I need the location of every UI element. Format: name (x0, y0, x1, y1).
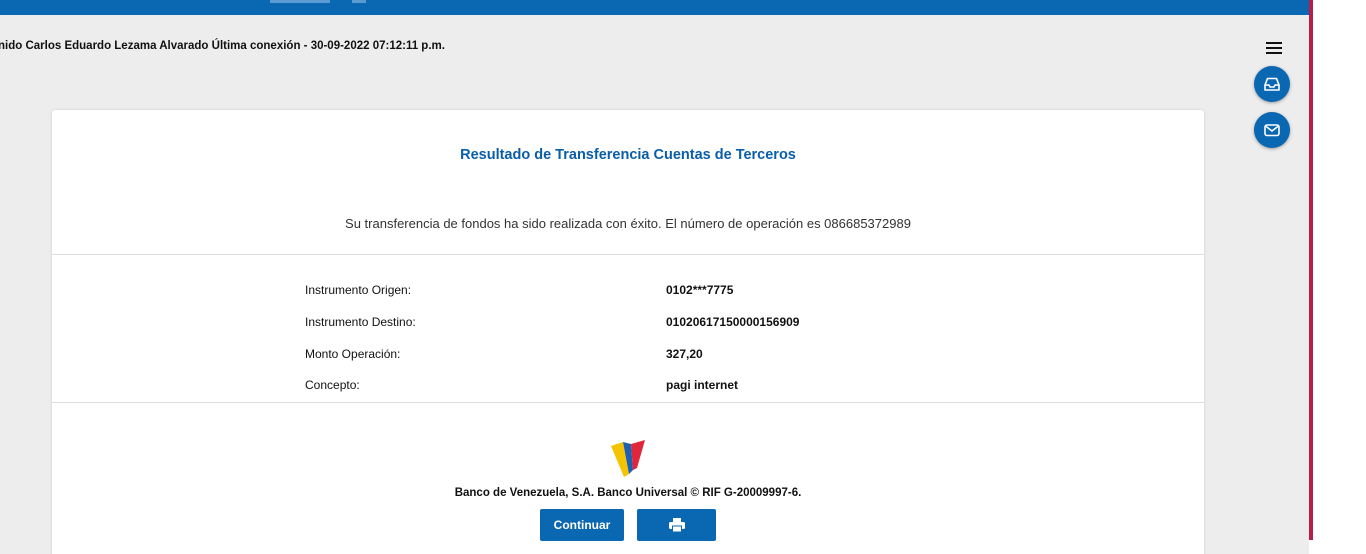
printer-icon (668, 518, 685, 533)
welcome-text: nido Carlos Eduardo Lezama Alvarado Últi… (0, 40, 445, 52)
detail-label: Concepto: (305, 378, 360, 392)
detail-value: 01020617150000156909 (666, 315, 800, 329)
detail-label: Monto Operación: (305, 347, 401, 361)
success-message: Su transferencia de fondos ha sido reali… (345, 216, 911, 231)
detail-label: Instrumento Destino: (305, 315, 416, 329)
page-title: Resultado de Transferencia Cuentas de Te… (460, 147, 796, 163)
detail-row: Instrumento Origen: 0102***7775 (52, 283, 1204, 303)
bank-logo (611, 440, 645, 477)
detail-value: 327,20 (666, 347, 703, 361)
detail-value: 0102***7775 (666, 283, 734, 297)
detail-value: pagi internet (666, 378, 739, 392)
top-bar-fragment (270, 0, 330, 3)
app-window: nido Carlos Eduardo Lezama Alvarado Últi… (0, 0, 1309, 554)
detail-row: Concepto: pagi internet (52, 378, 1204, 398)
continue-button[interactable]: Continuar (540, 509, 624, 541)
print-button[interactable] (637, 509, 716, 541)
detail-label: Instrumento Origen: (305, 283, 412, 297)
inbox-button[interactable] (1254, 66, 1290, 102)
top-bar (0, 0, 1309, 15)
footer-legal-text: Banco de Venezuela, S.A. Banco Universal… (454, 487, 802, 499)
divider (52, 402, 1204, 403)
top-bar-fragment (352, 0, 366, 3)
right-accent-bar (1309, 0, 1313, 540)
hamburger-menu-icon[interactable] (1266, 42, 1282, 54)
divider (52, 254, 1204, 255)
transfer-result-card: Resultado de Transferencia Cuentas de Te… (52, 110, 1204, 554)
mail-button[interactable] (1254, 112, 1290, 148)
inbox-icon (1264, 77, 1280, 91)
detail-row: Monto Operación: 327,20 (52, 347, 1204, 367)
mail-icon (1264, 124, 1280, 137)
detail-row: Instrumento Destino: 0102061715000015690… (52, 315, 1204, 335)
